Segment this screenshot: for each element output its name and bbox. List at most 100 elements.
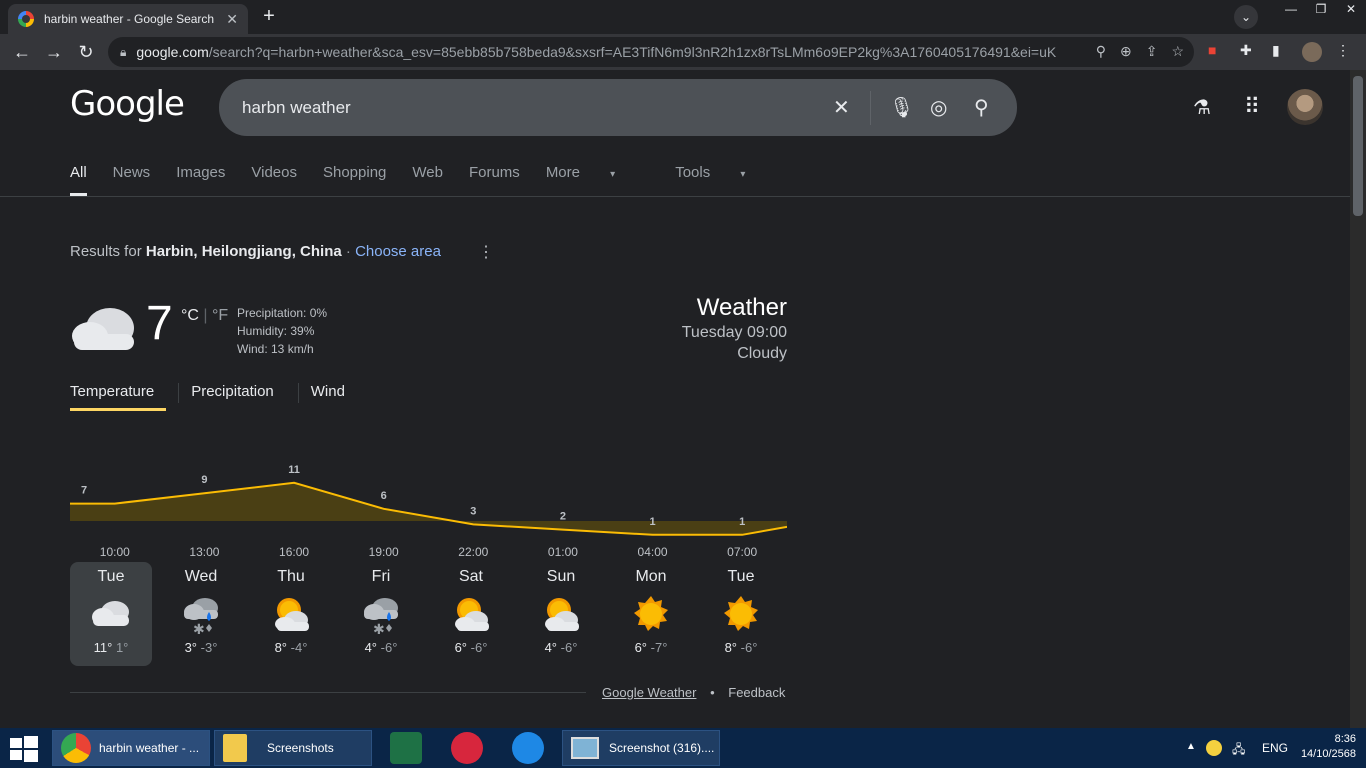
labs-flask-icon[interactable]: ⚗︎ bbox=[1193, 95, 1211, 120]
lens-icon[interactable]: ◎ bbox=[930, 95, 947, 120]
scrollbar-thumb[interactable] bbox=[1353, 76, 1363, 216]
forecast-day[interactable]: Tue 8° -6° bbox=[700, 562, 782, 666]
forecast-day[interactable]: Thu 8° -4° bbox=[250, 562, 332, 666]
sunny-icon bbox=[700, 592, 782, 636]
profile-avatar-icon[interactable] bbox=[1302, 42, 1322, 62]
tab-wind[interactable]: Wind bbox=[311, 383, 357, 411]
taskbar-photos[interactable]: Screenshot (316).... bbox=[562, 730, 720, 766]
forecast-day[interactable]: Tue 11° 1° bbox=[70, 562, 152, 666]
choose-area-link[interactable]: Choose area bbox=[355, 243, 441, 260]
tab-search-icon[interactable]: ⌄ bbox=[1234, 5, 1258, 29]
avatar[interactable] bbox=[1287, 89, 1323, 125]
address-bar[interactable]: 🔒︎ google.com/search?q=harbn+weather&sca… bbox=[108, 37, 1194, 67]
page-scrollbar[interactable] bbox=[1350, 70, 1366, 728]
tray-up-arrow-icon[interactable]: ▲ bbox=[1186, 741, 1196, 752]
forecast-day[interactable]: Wed ✱ 3° -3° bbox=[160, 562, 242, 666]
folder-icon bbox=[223, 734, 247, 762]
google-logo[interactable]: Google bbox=[70, 84, 185, 124]
tab-more[interactable]: More ▾ bbox=[546, 164, 641, 196]
tab-images[interactable]: Images bbox=[176, 164, 225, 196]
tray-app-icon[interactable] bbox=[1206, 740, 1222, 756]
chart-tick-label: 16:00 bbox=[279, 545, 309, 559]
chart-area bbox=[70, 482, 787, 535]
celsius-unit[interactable]: °C bbox=[181, 307, 199, 324]
excel-icon[interactable] bbox=[390, 732, 422, 764]
tab-videos[interactable]: Videos bbox=[251, 164, 297, 196]
url-text[interactable]: google.com/search?q=harbn+weather&sca_es… bbox=[136, 44, 1056, 60]
search-box[interactable]: harbn weather ✕ 🎙︎ ◎ ⚲ bbox=[219, 79, 1017, 136]
forecast-day[interactable]: Sat 6° -6° bbox=[430, 562, 512, 666]
location-icon[interactable]: ⚲ bbox=[1096, 43, 1106, 60]
url-host: google.com bbox=[136, 44, 209, 60]
microphone-icon[interactable]: 🎙︎ bbox=[889, 95, 914, 120]
high-temp: 4° bbox=[544, 640, 558, 655]
unit-separator: | bbox=[203, 307, 208, 324]
tab-forums[interactable]: Forums bbox=[469, 164, 520, 196]
google-weather-link[interactable]: Google Weather bbox=[602, 685, 696, 700]
low-temp: -6° bbox=[560, 640, 578, 655]
close-window-icon[interactable]: ✕ bbox=[1336, 0, 1366, 20]
tab-temperature[interactable]: Temperature bbox=[70, 383, 167, 411]
forecast-day[interactable]: Sun 4° -6° bbox=[520, 562, 602, 666]
low-temp: -6° bbox=[470, 640, 488, 655]
browser-tab[interactable]: harbin weather - Google Search ✕ bbox=[8, 4, 248, 34]
taskbar-chrome[interactable]: harbin weather - ... bbox=[52, 730, 210, 766]
chart-data-label: 1 bbox=[650, 516, 656, 528]
clock[interactable]: 8:36 14/10/2568 bbox=[1301, 732, 1356, 762]
more-options-icon[interactable]: ⋮ bbox=[478, 242, 494, 262]
forward-icon[interactable]: → bbox=[38, 42, 70, 63]
apps-grid-icon[interactable]: ⠿ bbox=[1244, 94, 1260, 120]
day-name: Tue bbox=[97, 568, 125, 585]
language-indicator[interactable]: ENG bbox=[1262, 741, 1288, 755]
close-tab-icon[interactable]: ✕ bbox=[226, 11, 238, 28]
chart-tick-label: 04:00 bbox=[638, 545, 668, 559]
tab-title: harbin weather - Google Search bbox=[44, 12, 215, 26]
windows-start-icon[interactable] bbox=[10, 736, 38, 762]
forecast-day[interactable]: Mon 6° -7° bbox=[610, 562, 692, 666]
wps-icon[interactable] bbox=[451, 732, 483, 764]
feedback-link[interactable]: Feedback bbox=[728, 685, 785, 700]
tab-shopping[interactable]: Shopping bbox=[323, 164, 386, 196]
clock-date: 14/10/2568 bbox=[1300, 748, 1356, 760]
restore-icon[interactable]: ❐ bbox=[1306, 0, 1336, 20]
day-name: Tue bbox=[727, 568, 755, 585]
zoom-icon[interactable]: ⊕ bbox=[1120, 43, 1132, 60]
partly-cloudy-icon bbox=[430, 592, 512, 636]
day-name: Fri bbox=[371, 568, 391, 585]
fahrenheit-unit[interactable]: °F bbox=[212, 307, 228, 324]
weather-datetime: Tuesday 09:00 bbox=[681, 324, 787, 341]
extension-icon[interactable]: ■ bbox=[1208, 42, 1216, 58]
partly-cloudy-icon bbox=[520, 592, 602, 636]
share-icon[interactable]: ⇪ bbox=[1146, 43, 1158, 60]
tab-separator bbox=[297, 383, 299, 403]
forecast-day[interactable]: Fri ✱ 4° -6° bbox=[340, 562, 422, 666]
lock-icon[interactable]: 🔒︎ bbox=[120, 45, 126, 60]
side-panel-icon[interactable]: ▮ bbox=[1272, 42, 1280, 59]
minimize-icon[interactable]: — bbox=[1276, 0, 1306, 20]
unit-toggle: °C | °F bbox=[181, 307, 228, 325]
clear-icon[interactable]: ✕ bbox=[833, 95, 850, 120]
taskbar-explorer[interactable]: Screenshots bbox=[214, 730, 372, 766]
tab-all[interactable]: All bbox=[70, 164, 87, 196]
extensions-puzzle-icon[interactable]: ✚ bbox=[1240, 42, 1252, 59]
menu-kebab-icon[interactable]: ⋮ bbox=[1336, 42, 1350, 59]
tab-precipitation[interactable]: Precipitation bbox=[191, 383, 286, 411]
chart-data-label: 11 bbox=[288, 464, 300, 476]
reload-icon[interactable]: ↻ bbox=[70, 42, 102, 63]
tab-web[interactable]: Web bbox=[412, 164, 443, 196]
tab-news[interactable]: News bbox=[113, 164, 151, 196]
url-path: /search?q=harbn+weather&sca_esv=85ebb85b… bbox=[208, 44, 1057, 60]
svg-text:✱: ✱ bbox=[373, 622, 385, 636]
network-icon[interactable]: 🖧︎ bbox=[1232, 740, 1245, 761]
high-temp: 3° bbox=[184, 640, 198, 655]
day-temps: 8° -6° bbox=[700, 640, 782, 655]
new-tab-button[interactable]: + bbox=[256, 5, 282, 29]
back-icon[interactable]: ← bbox=[6, 42, 38, 63]
tab-tools[interactable]: Tools ▾ bbox=[675, 164, 771, 196]
footer-divider bbox=[70, 692, 586, 693]
internet-explorer-icon[interactable] bbox=[512, 732, 544, 764]
bookmark-star-icon[interactable]: ☆ bbox=[1171, 43, 1184, 60]
search-input[interactable]: harbn weather bbox=[242, 98, 351, 118]
search-icon[interactable]: ⚲ bbox=[974, 95, 989, 120]
temperature-chart[interactable]: 7 10:00 9 13:00 11 16:00 6 19:00 3 22:00 2 01:00 1 04… bbox=[70, 430, 787, 560]
